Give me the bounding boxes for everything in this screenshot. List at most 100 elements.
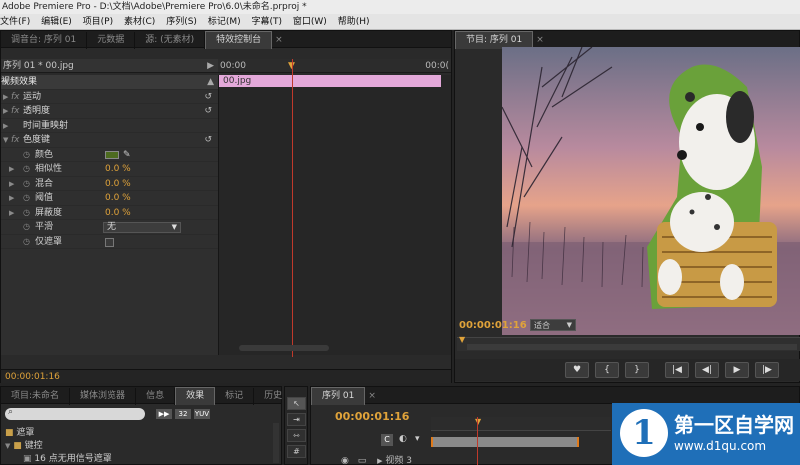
stopwatch-icon[interactable]: ◷ <box>23 235 30 250</box>
accelerated-effects-icon[interactable]: ▶▶ <box>156 409 172 419</box>
triangle-right-icon[interactable]: ▶ <box>9 206 14 221</box>
close-tab-icon[interactable]: × <box>368 391 376 401</box>
clip-bar[interactable]: 00.jpg <box>219 75 441 87</box>
tab-effect-controls[interactable]: 特效控制台 <box>205 31 273 49</box>
tab-sequence[interactable]: 序列 01 <box>311 387 366 405</box>
color-swatch[interactable] <box>105 150 119 159</box>
menu-edit[interactable]: 编辑(E) <box>41 17 72 27</box>
mark-out-button[interactable]: } <box>625 362 649 378</box>
tab-media-browser[interactable]: 媒体浏览器 <box>70 388 137 405</box>
effect-opacity[interactable]: ▶ fx 透明度 ↺ <box>1 104 218 119</box>
eyedropper-icon[interactable]: ✎ <box>123 148 131 163</box>
mini-timeline-ruler[interactable]: 00:00 00:0( ▼ <box>218 59 451 73</box>
stopwatch-icon[interactable]: ◷ <box>23 162 30 177</box>
ripple-edit-tool-icon[interactable]: ⇿ <box>287 429 306 442</box>
program-timecode[interactable]: 00:00:01:16 <box>459 320 527 331</box>
eye-icon[interactable]: ◉ <box>341 456 349 465</box>
zoom-scrollbar[interactable] <box>239 345 329 351</box>
section-video-effects[interactable]: ▼ 视频效果 ▲ <box>1 75 218 90</box>
close-tab-icon[interactable]: × <box>275 35 283 45</box>
triangle-right-icon[interactable]: ▶ <box>377 457 382 465</box>
menu-clip[interactable]: 素材(C) <box>124 17 155 27</box>
tab-source[interactable]: 源: (无素材) <box>135 32 206 49</box>
selection-tool-icon[interactable]: ↖ <box>287 397 306 410</box>
effects-tree-item[interactable]: ■ 遮罩 <box>5 425 34 438</box>
reset-icon[interactable]: ↺ <box>204 90 212 105</box>
step-back-button[interactable]: ◀| <box>695 362 719 378</box>
footer-timecode[interactable]: 00:00:01:16 <box>5 372 60 382</box>
triangle-down-icon[interactable]: ▼ <box>5 442 10 450</box>
param-similarity-value[interactable]: 0.0 % <box>105 162 131 177</box>
effect-time-remap[interactable]: ▶ 时间重映射 <box>1 119 218 134</box>
stopwatch-icon[interactable]: ◷ <box>23 148 30 163</box>
step-forward-button[interactable]: |▶ <box>755 362 779 378</box>
sequence-timecode[interactable]: 00:00:01:16 <box>335 410 409 423</box>
menu-project[interactable]: 项目(P) <box>83 17 113 27</box>
menu-sequence[interactable]: 序列(S) <box>166 17 197 27</box>
menu-window[interactable]: 窗口(W) <box>293 17 327 27</box>
sequence-ruler[interactable]: ▼ <box>431 417 611 431</box>
effects-tree-item[interactable]: ▣ 16 点无用信号遮罩 <box>23 451 112 464</box>
tab-info[interactable]: 信息 <box>136 388 176 405</box>
fx-icon[interactable]: fx <box>11 104 20 119</box>
zoom-scrollbar[interactable] <box>467 344 797 350</box>
track-select-tool-icon[interactable]: ⇥ <box>287 413 306 426</box>
triangle-right-icon[interactable]: ▶ <box>3 119 8 134</box>
mark-in-button[interactable]: { <box>595 362 619 378</box>
triangle-right-icon[interactable]: ▶ <box>3 90 8 105</box>
close-tab-icon[interactable]: × <box>536 35 544 45</box>
fx-icon[interactable]: fx <box>11 90 20 105</box>
go-to-in-button[interactable]: |◀ <box>665 362 689 378</box>
tab-effects[interactable]: 效果 <box>175 387 216 405</box>
param-blend-value[interactable]: 0.0 % <box>105 177 131 192</box>
tab-markers[interactable]: 标记 <box>215 388 255 405</box>
scrollbar[interactable] <box>273 423 279 463</box>
param-threshold-value[interactable]: 0.0 % <box>105 191 131 206</box>
stopwatch-icon[interactable]: ◷ <box>23 177 30 192</box>
reset-icon[interactable]: ↺ <box>204 104 212 119</box>
triangle-right-icon[interactable]: ▶ <box>9 162 14 177</box>
param-cutoff-value[interactable]: 0.0 % <box>105 206 131 221</box>
tab-audio-mixer[interactable]: 调音台: 序列 01 <box>1 32 88 49</box>
marker-icon[interactable]: ◐ <box>399 434 407 444</box>
tab-project[interactable]: 项目:未命名 <box>1 388 71 405</box>
menu-marker[interactable]: 标记(M) <box>208 17 241 27</box>
tab-metadata[interactable]: 元数据 <box>87 32 136 49</box>
track-header-video3[interactable]: ◉ ▭ ▶ 视频 3 <box>341 453 412 465</box>
collapse-icon[interactable]: ▲ <box>207 75 214 90</box>
effects-tree-item[interactable]: ▼ ■ 键控 <box>5 438 43 451</box>
triangle-down-icon[interactable]: ▼ <box>3 133 8 148</box>
add-marker-icon[interactable]: ▾ <box>415 434 420 444</box>
menu-file[interactable]: 文件(F) <box>0 17 30 27</box>
32bit-effects-icon[interactable]: 32 <box>175 409 191 419</box>
reset-icon[interactable]: ↺ <box>204 133 212 148</box>
program-ruler[interactable]: ▼ <box>457 335 800 351</box>
param-similarity: ▶ ◷ 相似性 0.0 % <box>1 162 218 177</box>
triangle-right-icon[interactable]: ▶ <box>9 177 14 192</box>
stopwatch-icon[interactable]: ◷ <box>23 206 30 221</box>
effect-timeline-area[interactable]: 00.jpg <box>218 59 451 357</box>
snap-icon[interactable]: C <box>381 434 393 446</box>
stopwatch-icon[interactable]: ◷ <box>23 220 30 235</box>
triangle-right-icon[interactable]: ▶ <box>9 191 14 206</box>
playhead-marker-icon[interactable]: ▼ <box>459 335 465 344</box>
effect-chroma-key[interactable]: ▼ fx 色度键 ↺ <box>1 133 218 148</box>
triangle-right-icon[interactable]: ▶ <box>3 104 8 119</box>
fx-icon[interactable]: fx <box>11 133 20 148</box>
fit-dropdown[interactable]: 适合 ▼ <box>530 319 576 331</box>
rolling-edit-tool-icon[interactable]: # <box>287 445 306 458</box>
lock-icon[interactable]: ▭ <box>358 456 367 465</box>
menu-help[interactable]: 帮助(H) <box>338 17 370 27</box>
effect-motion[interactable]: ▶ fx 运动 ↺ <box>1 90 218 105</box>
effects-search-input[interactable]: ⌕ <box>5 407 145 420</box>
play-icon[interactable]: ▶ <box>207 59 214 73</box>
play-button[interactable]: ▶ <box>725 362 749 378</box>
yuv-effects-icon[interactable]: YUV <box>194 409 210 419</box>
stopwatch-icon[interactable]: ◷ <box>23 191 30 206</box>
add-marker-button[interactable]: ♥ <box>565 362 589 378</box>
playhead-marker-icon[interactable]: ▼ <box>475 417 481 426</box>
smoothing-dropdown[interactable]: 无 ▼ <box>103 222 181 233</box>
work-area-bar[interactable] <box>431 437 579 447</box>
mask-only-checkbox[interactable] <box>105 237 114 247</box>
menu-title[interactable]: 字幕(T) <box>251 17 282 27</box>
